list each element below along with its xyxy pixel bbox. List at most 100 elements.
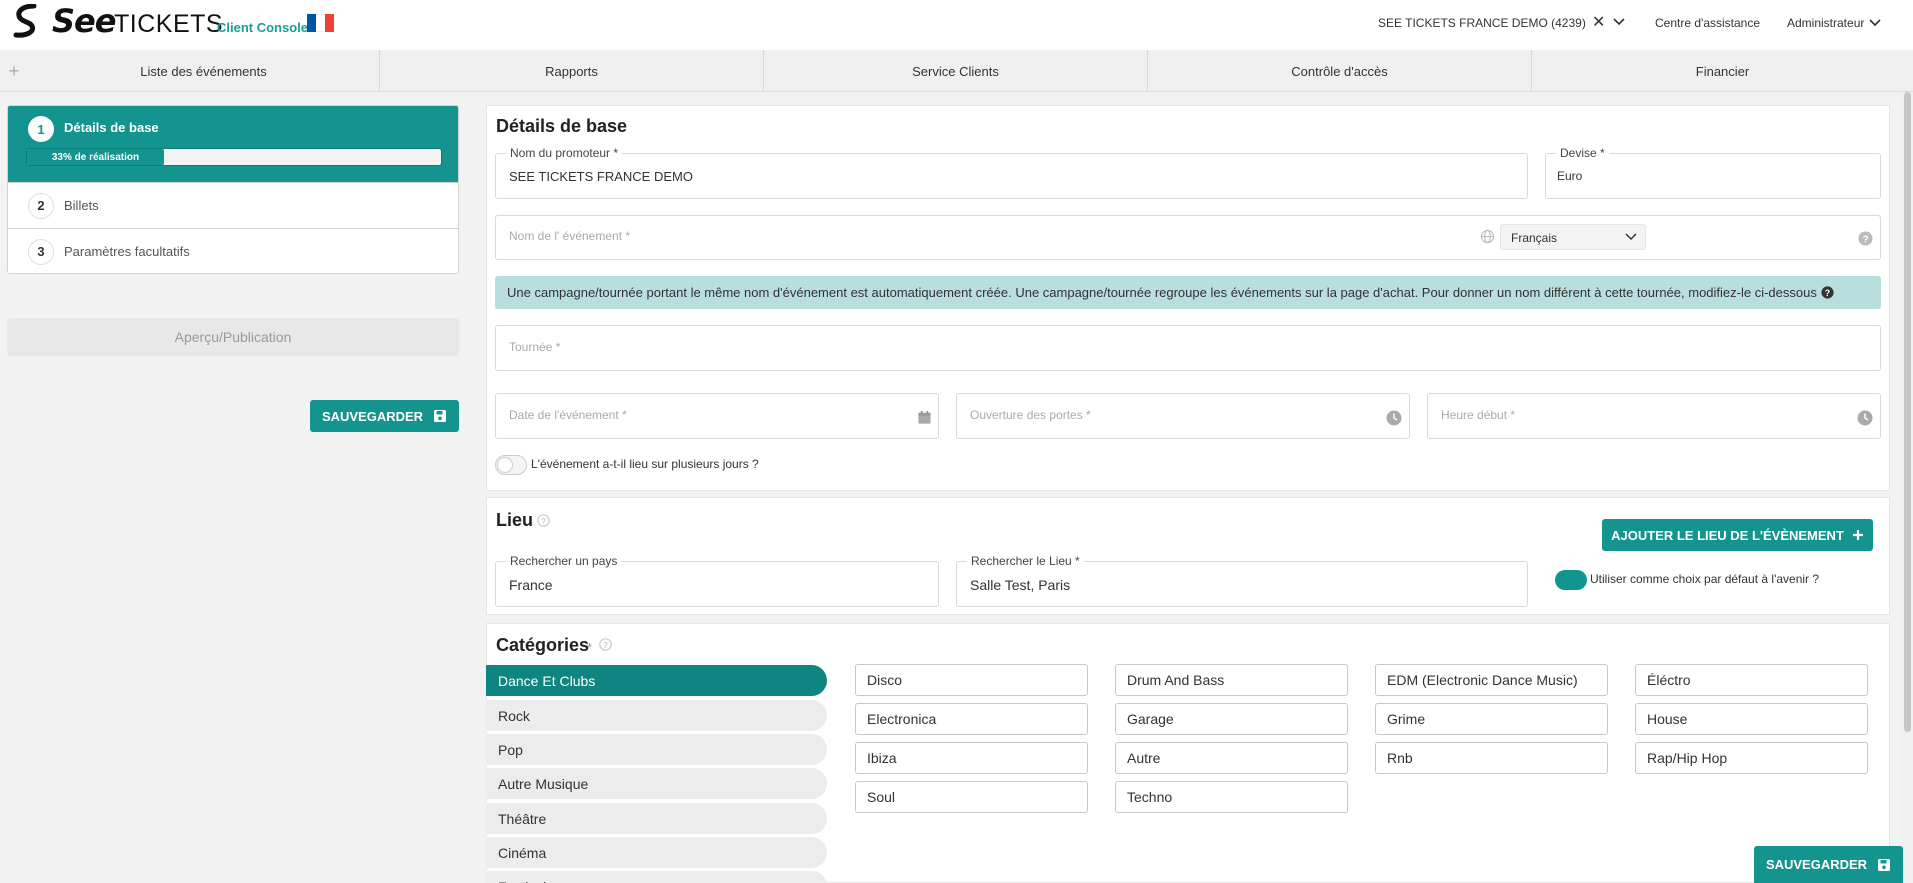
progress-bar-fill: 33% de réalisation <box>27 149 164 165</box>
step-optional-settings[interactable]: 3 Paramètres facultatifs <box>8 228 458 273</box>
required-marker: * <box>587 640 593 655</box>
calendar-icon[interactable] <box>917 410 932 425</box>
add-venue-label: AJOUTER LE LIEU DE L'ÉVÈNEMENT <box>1611 527 1844 543</box>
subcategory-checkbox[interactable]: House <box>1635 703 1868 735</box>
category-item[interactable]: Autre Musique <box>486 768 827 799</box>
tour-field[interactable]: Tournée * <box>495 325 1881 371</box>
subcategory-checkbox[interactable]: Éléctro <box>1635 664 1868 696</box>
see-tickets-logo-icon[interactable] <box>12 4 40 38</box>
add-venue-button[interactable]: AJOUTER LE LIEU DE L'ÉVÈNEMENT <box>1602 519 1873 551</box>
country-value: France <box>509 577 553 593</box>
multiday-label: L'événement a-t-il lieu sur plusieurs jo… <box>531 457 759 471</box>
account-selector[interactable]: SEE TICKETS FRANCE DEMO (4239) <box>1378 16 1586 30</box>
clock-icon[interactable] <box>1386 410 1402 426</box>
currency-value: Euro <box>1557 169 1583 183</box>
subcategory-checkbox[interactable]: Electronica <box>855 703 1088 735</box>
event-name-placeholder: Nom de l' événement * <box>509 229 631 243</box>
subcategory-checkbox[interactable]: Techno <box>1115 781 1348 813</box>
category-item[interactable]: Rock <box>486 700 827 731</box>
promoter-name-value: SEE TICKETS FRANCE DEMO <box>509 169 693 184</box>
multiday-toggle[interactable] <box>495 455 527 475</box>
client-console-label: Client Console <box>217 20 309 35</box>
help-circle-icon[interactable]: ? <box>1858 231 1873 246</box>
tour-info-banner: Une campagne/tournée portant le même nom… <box>495 276 1881 309</box>
preview-publish-button[interactable]: Aperçu/Publication <box>7 318 459 356</box>
help-center-link[interactable]: Centre d'assistance <box>1655 16 1760 30</box>
currency-label: Devise * <box>1556 146 1609 160</box>
logo-see-text[interactable]: See <box>52 2 116 40</box>
category-item[interactable]: Dance Et Clubs <box>486 665 827 696</box>
language-select[interactable]: Français <box>1500 224 1646 250</box>
step-label: Détails de base <box>64 120 159 135</box>
promoter-name-field[interactable]: Nom du promoteur * SEE TICKETS FRANCE DE… <box>495 146 1528 199</box>
logo-tickets-text[interactable]: TICKETS <box>114 10 223 39</box>
subcategory-checkbox[interactable]: EDM (Electronic Dance Music) <box>1375 664 1608 696</box>
help-circle-icon[interactable]: ? <box>1821 286 1834 299</box>
save-label: SAUVEGARDER <box>321 408 424 424</box>
venue-search-label: Rechercher le Lieu * <box>967 554 1084 568</box>
category-item[interactable]: Cinéma <box>486 837 827 868</box>
tab-access-control[interactable]: Contrôle d'accès <box>1148 50 1532 92</box>
doors-open-field[interactable]: Ouverture des portes * <box>956 393 1410 439</box>
globe-icon <box>1480 229 1495 244</box>
default-venue-toggle[interactable] <box>1555 570 1587 590</box>
subcategory-checkbox[interactable]: Ibiza <box>855 742 1088 774</box>
save-button[interactable]: SAUVEGARDER <box>310 400 459 432</box>
step-number: 2 <box>28 192 54 219</box>
doors-open-placeholder: Ouverture des portes * <box>970 408 1091 422</box>
help-circle-icon[interactable]: ? <box>537 514 550 527</box>
tab-customer-service[interactable]: Service Clients <box>764 50 1148 92</box>
promoter-name-label: Nom du promoteur * <box>506 146 623 160</box>
start-time-placeholder: Heure début * <box>1441 408 1516 422</box>
step-label: Paramètres facultatifs <box>64 244 190 259</box>
save-floating-button[interactable]: SAUVEGARDER <box>1754 846 1903 883</box>
subcategory-checkbox[interactable]: Drum And Bass <box>1115 664 1348 696</box>
step-wizard: 1 Détails de base 33% de réalisation 2 B… <box>7 105 459 274</box>
default-venue-label: Utiliser comme choix par défaut à l'aven… <box>1590 572 1820 586</box>
subcategory-checkbox[interactable]: Disco <box>855 664 1088 696</box>
scrollbar-thumb[interactable] <box>1904 92 1911 732</box>
help-circle-icon[interactable]: ? <box>599 638 612 651</box>
clear-account-icon[interactable]: ✕ <box>1592 12 1605 32</box>
venue-search-field[interactable]: Rechercher le Lieu * Salle Test, Paris <box>956 554 1528 607</box>
plus-icon[interactable]: + <box>0 50 28 92</box>
step-number: 1 <box>28 116 54 142</box>
category-item[interactable]: Théâtre <box>486 803 827 834</box>
admin-menu[interactable]: Administrateur <box>1787 16 1864 30</box>
clock-icon[interactable] <box>1857 410 1873 426</box>
save-label: SAUVEGARDER <box>1765 857 1868 872</box>
currency-field[interactable]: Devise * Euro <box>1545 146 1881 199</box>
subcategory-checkbox[interactable]: Rnb <box>1375 742 1608 774</box>
category-item[interactable]: Pop <box>486 734 827 765</box>
floppy-disk-icon <box>1878 858 1891 871</box>
plus-icon <box>1852 530 1863 540</box>
tab-financial[interactable]: Financier <box>1532 50 1913 92</box>
country-search-field[interactable]: Rechercher un pays France <box>495 554 939 607</box>
category-item[interactable]: Festivals <box>486 871 827 883</box>
event-date-field[interactable]: Date de l'événement * <box>495 393 939 439</box>
tour-info-text: Une campagne/tournée portant le même nom… <box>507 285 1817 300</box>
chevron-down-icon[interactable] <box>1612 16 1626 28</box>
svg-text:?: ? <box>1862 234 1868 245</box>
step-label: Billets <box>64 198 99 213</box>
tab-reports[interactable]: Rapports <box>380 50 764 92</box>
subcategory-checkbox[interactable]: Garage <box>1115 703 1348 735</box>
chevron-down-icon[interactable] <box>1868 17 1882 29</box>
tour-placeholder: Tournée * <box>509 340 561 354</box>
event-name-field[interactable]: Nom de l' événement * Français ? <box>495 215 1881 260</box>
subcategory-checkbox[interactable]: Rap/Hip Hop <box>1635 742 1868 774</box>
step-basic-details[interactable]: 1 Détails de base 33% de réalisation <box>8 106 458 182</box>
subcategory-checkbox[interactable]: Grime <box>1375 703 1608 735</box>
subcategory-checkbox[interactable]: Autre <box>1115 742 1348 774</box>
svg-text:?: ? <box>1825 288 1830 298</box>
svg-text:?: ? <box>603 641 608 650</box>
start-time-field[interactable]: Heure début * <box>1427 393 1881 439</box>
venue-title: Lieu <box>496 510 534 530</box>
basic-details-title: Détails de base <box>496 116 628 136</box>
french-flag-icon[interactable] <box>307 14 334 32</box>
subcategory-checkbox[interactable]: Soul <box>855 781 1088 813</box>
event-date-placeholder: Date de l'événement * <box>509 408 627 422</box>
tab-event-list[interactable]: Liste des événements <box>28 50 380 92</box>
country-search-label: Rechercher un pays <box>506 554 622 568</box>
step-tickets[interactable]: 2 Billets <box>8 182 458 228</box>
